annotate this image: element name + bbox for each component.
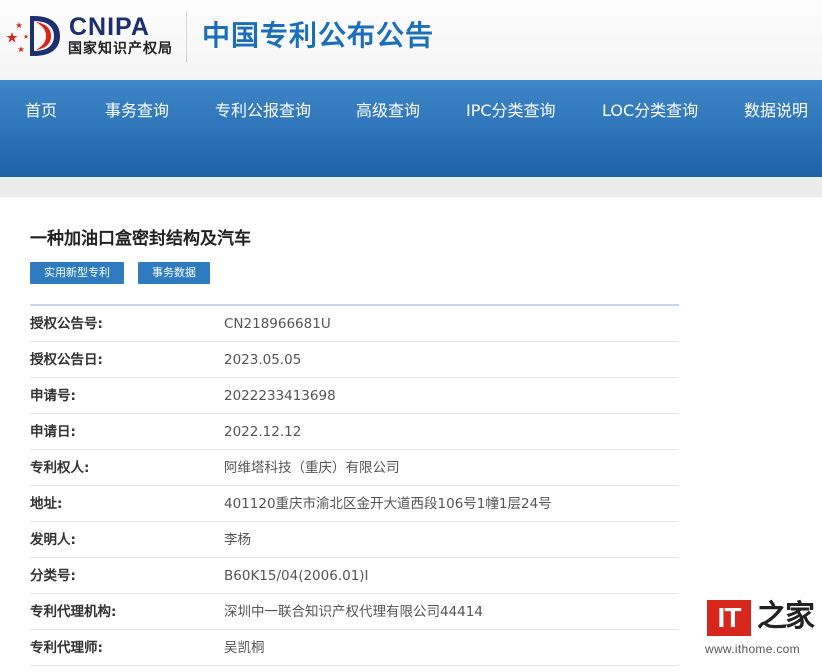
nav-item-data-notes[interactable]: 数据说明 — [744, 101, 808, 121]
info-label: 地址: — [30, 496, 63, 512]
nav-item-advanced-query[interactable]: 高级查询 — [356, 101, 420, 121]
ithome-logo-icon: IT — [707, 600, 751, 636]
logo-text-cn: 国家知识产权局 — [68, 41, 173, 57]
info-value: CN218966681U — [224, 316, 331, 332]
ithome-watermark: IT 之家 www.ithome.com — [705, 598, 815, 660]
info-row-grant-date: 授权公告日: 2023.05.05 — [30, 342, 679, 378]
nav-item-transaction-query[interactable]: 事务查询 — [105, 101, 169, 121]
info-label: 分类号: — [30, 568, 76, 584]
info-value: 2022.12.12 — [224, 424, 302, 440]
info-row-inventor: 发明人: 李杨 — [30, 522, 679, 558]
utility-model-tag-button[interactable]: 实用新型专利 — [30, 262, 124, 284]
info-label: 专利代理师: — [30, 640, 103, 656]
info-label: 申请号: — [30, 388, 76, 404]
nav-item-ipc-query[interactable]: IPC分类查询 — [466, 101, 556, 121]
transaction-data-button[interactable]: 事务数据 — [138, 262, 210, 284]
cnipa-logo-icon[interactable] — [4, 12, 62, 60]
site-title: 中国专利公布公告 — [202, 19, 435, 52]
info-value: 2022233413698 — [224, 388, 336, 404]
patent-title: 一种加油口盒密封结构及汽车 — [30, 229, 251, 249]
info-row-agency: 专利代理机构: 深圳中一联合知识产权代理有限公司44414 — [30, 594, 679, 630]
info-value: 深圳中一联合知识产权代理有限公司44414 — [224, 604, 483, 620]
info-row-grant-number: 授权公告号: CN218966681U — [30, 306, 679, 342]
nav-item-gazette-query[interactable]: 专利公报查询 — [215, 101, 311, 121]
info-value: 2023.05.05 — [224, 352, 302, 368]
watermark-text: 之家 — [757, 599, 815, 634]
info-value: 李杨 — [224, 532, 251, 548]
patent-info-table: 授权公告号: CN218966681U 授权公告日: 2023.05.05 申请… — [30, 304, 679, 666]
info-label: 专利代理机构: — [30, 604, 117, 620]
info-label: 授权公告日: — [30, 352, 103, 368]
main-nav: 首页 事务查询 专利公报查询 高级查询 IPC分类查询 LOC分类查询 数据说明 — [0, 80, 822, 177]
info-row-patentee: 专利权人: 阿维塔科技（重庆）有限公司 — [30, 450, 679, 486]
info-value: B60K15/04(2006.01)I — [224, 568, 369, 584]
info-label: 发明人: — [30, 532, 76, 548]
info-value: 阿维塔科技（重庆）有限公司 — [224, 460, 400, 476]
watermark-url: www.ithome.com — [705, 642, 800, 656]
logo-text-en: CNIPA — [69, 13, 150, 41]
info-row-application-number: 申请号: 2022233413698 — [30, 378, 679, 414]
nav-bottom-strip — [0, 177, 822, 197]
nav-item-loc-query[interactable]: LOC分类查询 — [602, 101, 698, 121]
info-row-address: 地址: 401120重庆市渝北区金开大道西段106号1幢1层24号 — [30, 486, 679, 522]
info-row-application-date: 申请日: 2022.12.12 — [30, 414, 679, 450]
info-value: 401120重庆市渝北区金开大道西段106号1幢1层24号 — [224, 496, 552, 512]
info-row-agent: 专利代理师: 吴凯桐 — [30, 630, 679, 666]
nav-item-home[interactable]: 首页 — [25, 101, 57, 121]
info-label: 授权公告号: — [30, 316, 103, 332]
site-header: CNIPA 国家知识产权局 中国专利公布公告 — [0, 0, 822, 80]
info-row-classification: 分类号: B60K15/04(2006.01)I — [30, 558, 679, 594]
info-value: 吴凯桐 — [224, 640, 265, 656]
header-divider — [186, 12, 187, 62]
info-label: 申请日: — [30, 424, 76, 440]
info-label: 专利权人: — [30, 460, 90, 476]
